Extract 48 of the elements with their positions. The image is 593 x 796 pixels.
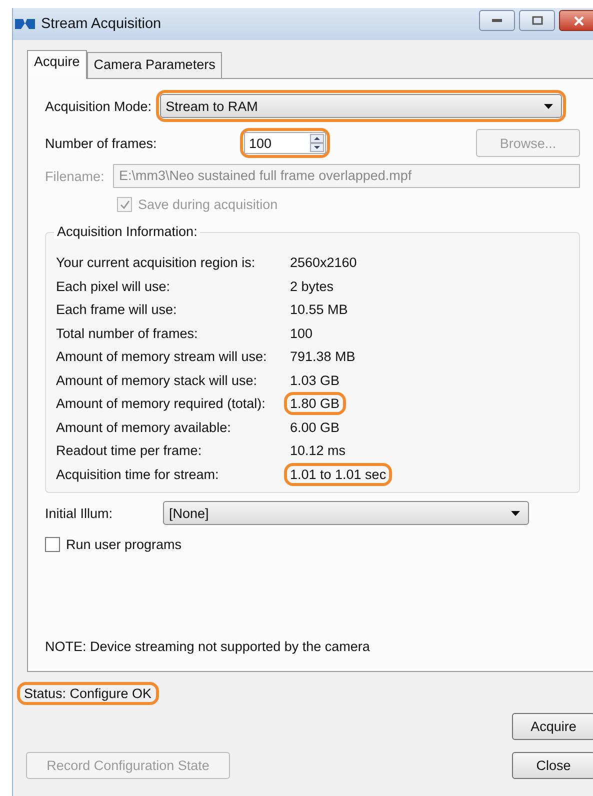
info-label: Readout time per frame: <box>56 443 203 458</box>
info-value: 1.80 GB <box>289 396 341 412</box>
maximize-icon <box>532 16 542 25</box>
info-label: Amount of memory stack will use: <box>56 372 258 388</box>
status-text: Status: Configure OK <box>23 686 153 701</box>
tab[interactable]: Camera Parameters <box>86 52 222 78</box>
initial-illum-dropdown[interactable]: [None] <box>163 501 529 525</box>
maximize-button[interactable] <box>519 10 555 31</box>
info-value: 791.38 MB <box>289 349 356 364</box>
info-value: 1.03 GB <box>289 372 341 388</box>
close-icon <box>574 16 584 26</box>
checkbox-label: Save during acquisition <box>138 197 278 212</box>
number-spinner[interactable]: 100 <box>244 132 326 154</box>
info-label: Total number of frames: <box>56 326 199 341</box>
dialog-button[interactable]: Acquire <box>512 713 593 740</box>
info-label: Amount of memory required (total): <box>56 396 266 412</box>
close-button[interactable] <box>559 10 593 31</box>
minimize-icon <box>492 18 502 22</box>
info-label: Amount of memory available: <box>56 420 232 435</box>
info-label: Your current acquisition region is: <box>56 255 256 270</box>
info-label: Acquisition time for stream: <box>56 466 220 482</box>
info-value: 100 <box>289 326 314 341</box>
info-value: 2 bytes <box>289 278 335 294</box>
info-label: Each pixel will use: <box>56 278 172 294</box>
info-label: Each frame will use: <box>56 302 178 318</box>
info-label: Amount of memory stream will use: <box>56 349 268 364</box>
info-value: 10.12 ms <box>289 443 347 458</box>
group-title: Acquisition Information: <box>54 224 200 239</box>
tab[interactable]: Acquire <box>27 50 87 79</box>
checkbox[interactable] <box>45 537 60 552</box>
app-logo-icon <box>15 17 35 31</box>
field-label: Initial Illum: <box>45 506 114 520</box>
dropdown-arrow-icon <box>511 510 520 516</box>
field-label: Number of frames: <box>45 136 158 150</box>
spinner-arrows-icon <box>310 134 324 152</box>
dialog-button[interactable]: Close <box>512 752 593 779</box>
note-text: NOTE: Device streaming not supported by the camera <box>45 639 371 654</box>
field-label: Acquisition Mode: <box>45 98 152 114</box>
field-label: Filename: <box>45 168 106 184</box>
dropdown-arrow-icon <box>544 104 553 108</box>
info-value: 1.01 to 1.01 sec <box>289 466 388 482</box>
minimize-button[interactable] <box>479 10 515 31</box>
window-title: Stream Acquisition <box>41 16 162 32</box>
acquisition-mode-dropdown[interactable]: Stream to RAM <box>160 94 562 118</box>
checkbox-label: Run user programs <box>66 537 182 552</box>
info-value: 10.55 MB <box>289 302 349 318</box>
info-value: 6.00 GB <box>289 420 341 435</box>
info-value: 2560x2160 <box>289 255 358 270</box>
